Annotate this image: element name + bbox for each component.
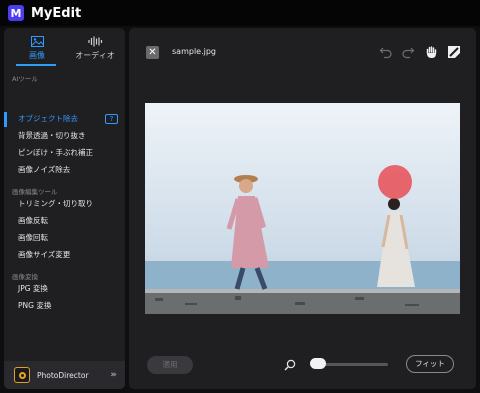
redo-icon[interactable] — [401, 45, 415, 59]
photodirector-icon — [14, 367, 30, 383]
section-ai-tools: AIツール — [12, 75, 38, 83]
audio-wave-icon — [87, 36, 102, 46]
sidebar-item-background-removal[interactable]: 背景透過・切り抜き — [18, 129, 86, 143]
tab-audio[interactable]: オーディオ — [66, 28, 124, 68]
tab-active-indicator — [16, 64, 56, 66]
sidebar: 画像 オーディオ AIツール オブジェクト除去 ? 背景透過・切り抜き ピンぼけ… — [4, 28, 125, 389]
image-canvas[interactable] — [145, 103, 460, 314]
apply-button[interactable]: 適用 — [147, 356, 193, 374]
chevron-right-icon: ››› — [110, 370, 117, 380]
hand-icon[interactable] — [424, 45, 438, 59]
sidebar-item-jpg-convert[interactable]: JPG 変換 — [18, 282, 48, 296]
tab-image-label: 画像 — [29, 50, 45, 60]
undo-icon[interactable] — [379, 45, 393, 59]
section-image-convert: 画像変換 — [12, 273, 38, 281]
title-bar: M MyEdit — [0, 0, 480, 26]
zoom-icon — [284, 359, 296, 371]
image-icon — [30, 35, 44, 47]
photodirector-label: PhotoDirector — [37, 370, 89, 380]
myedit-logo-icon: M — [8, 5, 24, 21]
sidebar-item-denoise[interactable]: 画像ノイズ除去 — [18, 163, 70, 177]
fit-button[interactable]: フィット — [406, 355, 454, 373]
file-name: sample.jpg — [172, 47, 217, 56]
tab-image[interactable]: 画像 — [8, 28, 66, 68]
active-item-indicator — [4, 112, 7, 127]
section-image-editing: 画像編集ツール — [12, 188, 58, 196]
zoom-slider-thumb[interactable] — [310, 358, 326, 369]
eraser-icon[interactable] — [447, 45, 461, 59]
sidebar-item-object-removal[interactable]: オブジェクト除去 — [18, 112, 78, 126]
photodirector-promo[interactable]: PhotoDirector ››› — [4, 361, 125, 389]
help-icon[interactable]: ? — [105, 114, 118, 124]
tab-audio-label: オーディオ — [75, 50, 115, 60]
brush-selection-mark[interactable] — [378, 165, 412, 199]
app-title: MyEdit — [31, 5, 82, 21]
close-file-button[interactable]: ✕ — [146, 46, 159, 59]
sidebar-item-rotate[interactable]: 画像回転 — [18, 231, 48, 245]
sidebar-item-crop[interactable]: トリミング・切り取り — [18, 197, 93, 211]
editor-panel: ✕ sample.jpg 適用 フィット — [129, 28, 476, 389]
sidebar-item-flip[interactable]: 画像反転 — [18, 214, 48, 228]
sidebar-item-png-convert[interactable]: PNG 変換 — [18, 299, 51, 313]
sidebar-item-deblur[interactable]: ピンぼけ・手ぶれ補正 — [18, 146, 93, 160]
sidebar-item-resize[interactable]: 画像サイズ変更 — [18, 248, 70, 262]
media-tabs: 画像 オーディオ — [4, 28, 125, 68]
